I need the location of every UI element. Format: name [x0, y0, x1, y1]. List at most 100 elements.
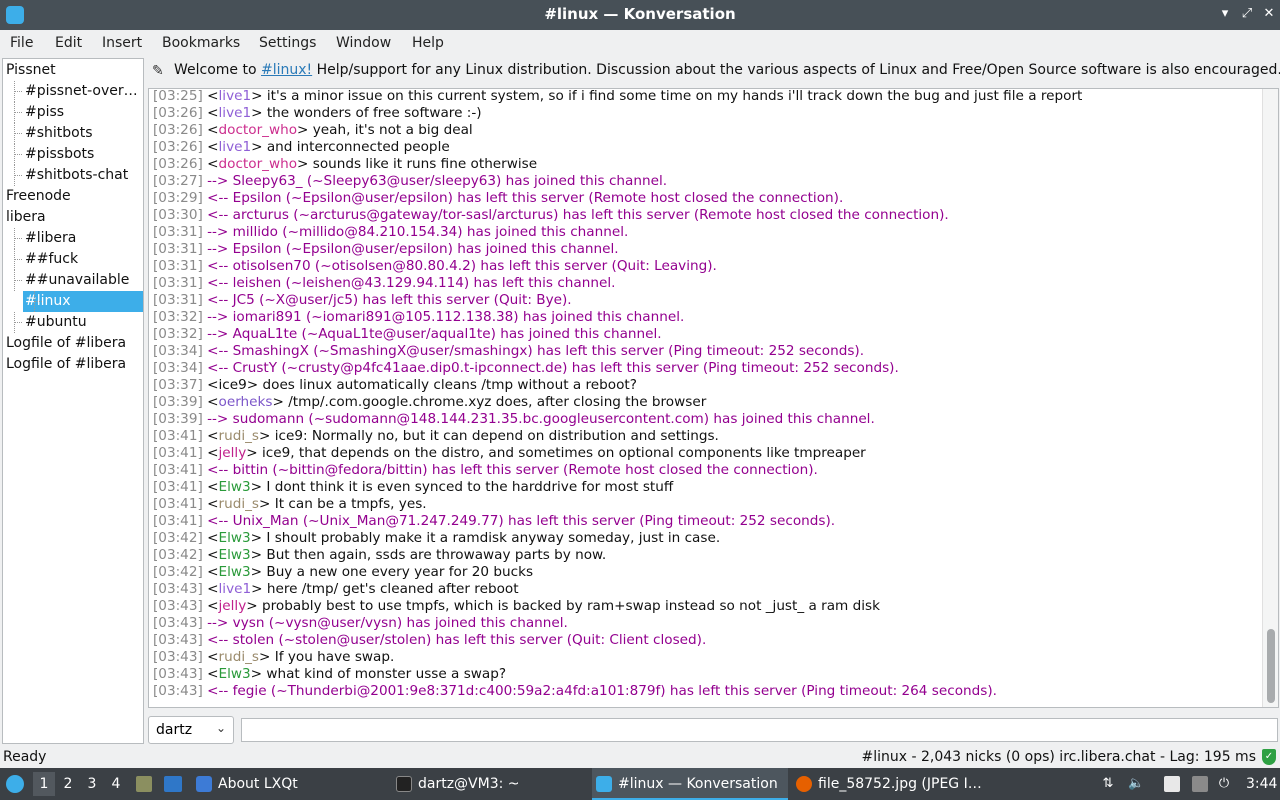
desktop-3[interactable]: 3	[81, 772, 103, 796]
tree-channel-item[interactable]: ##unavailable	[3, 270, 143, 291]
minimize-icon[interactable]: ▾	[1216, 5, 1234, 23]
channel-topic: Welcome to #linux! Help/support for any …	[174, 62, 1280, 78]
tree-channel-item[interactable]: ##fuck	[3, 249, 143, 270]
task-konversation[interactable]: #linux — Konversation	[592, 768, 788, 800]
chat-scrollbar[interactable]	[1262, 89, 1278, 707]
message-input[interactable]	[241, 718, 1278, 742]
nick[interactable]: live1	[219, 105, 252, 121]
message-text: /tmp/.com.google.chrome.xyz does, after …	[283, 394, 707, 410]
nick[interactable]: rudi_s	[219, 649, 260, 665]
task-firefox[interactable]: file_58752.jpg (JPEG I…	[792, 768, 992, 800]
menu-settings[interactable]: Settings	[259, 35, 316, 51]
nick[interactable]: live1	[219, 581, 252, 597]
lxqt-menu-icon[interactable]	[6, 775, 24, 793]
desktop-1[interactable]: 1	[33, 772, 55, 796]
menu-insert[interactable]: Insert	[102, 35, 142, 51]
tree-item-label: ##unavailable	[25, 272, 130, 288]
topic-bar: ✎ Welcome to #linux! Help/support for an…	[148, 58, 1280, 86]
event-text: --> Epsilon (~Epsilon@user/epsilon) has …	[207, 241, 619, 257]
tree-item-label: #shitbots-chat	[25, 167, 129, 183]
tree-channel-item[interactable]: #piss	[3, 102, 143, 123]
menu-help[interactable]: Help	[412, 35, 444, 51]
timestamp: [03:43]	[153, 615, 203, 631]
nick[interactable]: rudi_s	[219, 428, 260, 444]
nickname-selector[interactable]: dartz ⌄	[148, 716, 234, 744]
desktop-2[interactable]: 2	[57, 772, 79, 796]
scrollbar-thumb[interactable]	[1267, 629, 1275, 703]
nick[interactable]: live1	[219, 139, 252, 155]
event-text: --> iomari891 (~iomari891@105.112.138.38…	[207, 309, 685, 325]
nick[interactable]: oerheks	[219, 394, 273, 410]
nick[interactable]: live1	[219, 89, 252, 104]
event-line: [03:30] <-- arcturus (~arcturus@gateway/…	[153, 207, 949, 224]
status-text: Ready	[3, 749, 47, 765]
desktop-4[interactable]: 4	[105, 772, 127, 796]
window-title: #linux — Konversation	[544, 5, 736, 23]
timestamp: [03:26]	[153, 105, 203, 121]
tree-channel-item[interactable]: #shitbots	[3, 123, 143, 144]
message-line: [03:41] <jelly> ice9, that depends on th…	[153, 445, 866, 461]
timestamp: [03:41]	[153, 479, 203, 495]
menu-edit[interactable]: Edit	[55, 35, 82, 51]
clock[interactable]: 3:44	[1246, 768, 1277, 800]
chat-log[interactable]: [03:25] <live1> it's a minor issue on th…	[148, 88, 1279, 708]
nick[interactable]: jelly	[219, 598, 247, 614]
timestamp: [03:31]	[153, 258, 203, 274]
nick[interactable]: Elw3	[219, 564, 251, 580]
tree-server-item[interactable]: Logfile of #libera	[3, 354, 143, 375]
tree-item-label: #shitbots	[25, 125, 93, 141]
nick[interactable]: Elw3	[219, 479, 251, 495]
event-text: <-- stolen (~stolen@user/stolen) has lef…	[207, 632, 707, 648]
maximize-icon[interactable]: ⤢	[1238, 5, 1256, 23]
menu-window[interactable]: Window	[336, 35, 391, 51]
nick[interactable]: ice9	[219, 377, 247, 393]
tree-channel-item[interactable]: #pissbots	[3, 144, 143, 165]
timestamp: [03:41]	[153, 513, 203, 529]
volume-icon[interactable]: 🔈	[1128, 776, 1144, 792]
message-line: [03:41] <Elw3> I dont think it is even s…	[153, 479, 674, 495]
nick[interactable]: Elw3	[219, 666, 251, 682]
tree-server-item[interactable]: libera	[3, 207, 143, 228]
nick[interactable]: Elw3	[219, 547, 251, 563]
event-text: --> millido (~millido@84.210.154.34) has…	[207, 224, 629, 240]
menu-file[interactable]: File	[10, 35, 33, 51]
task-about-lxqt[interactable]: About LXQt	[192, 768, 392, 800]
title-bar: #linux — Konversation ▾ ⤢ ✕	[0, 0, 1280, 30]
nick[interactable]: jelly	[219, 445, 247, 461]
tree-server-item[interactable]: Freenode	[3, 186, 143, 207]
tree-channel-item[interactable]: #pissnet-over…	[3, 81, 143, 102]
nick[interactable]: doctor_who	[219, 156, 298, 172]
clipboard-icon[interactable]	[1164, 776, 1180, 792]
message-text: But then again, ssds are throwaway parts…	[262, 547, 607, 563]
menu-bookmarks[interactable]: Bookmarks	[162, 35, 240, 51]
timestamp: [03:26]	[153, 156, 203, 172]
tree-channel-item[interactable]: #libera	[3, 228, 143, 249]
tree-channel-item[interactable]: #linux	[23, 291, 143, 312]
message-text: what kind of monster usse a swap?	[262, 666, 507, 682]
show-desktop-icon[interactable]	[164, 776, 182, 792]
power-icon[interactable]: ⏻	[1216, 776, 1232, 792]
message-line: [03:43] <rudi_s> If you have swap.	[153, 649, 395, 665]
timestamp: [03:31]	[153, 224, 203, 240]
display-icon[interactable]	[1192, 776, 1208, 792]
nick[interactable]: doctor_who	[219, 122, 298, 138]
message-text: and interconnected people	[262, 139, 450, 155]
nick[interactable]: rudi_s	[219, 496, 260, 512]
tree-server-item[interactable]: Pissnet	[3, 60, 143, 81]
message-line: [03:25] <live1> it's a minor issue on th…	[153, 88, 1083, 104]
tree-server-item[interactable]: Logfile of #libera	[3, 333, 143, 354]
network-icon[interactable]: ⇅	[1100, 776, 1116, 792]
edit-topic-icon[interactable]: ✎	[152, 63, 164, 79]
event-text: <-- Epsilon (~Epsilon@user/epsilon) has …	[207, 190, 844, 206]
file-manager-icon[interactable]	[136, 776, 152, 792]
nick[interactable]: Elw3	[219, 530, 251, 546]
close-icon[interactable]: ✕	[1260, 5, 1278, 23]
timestamp: [03:26]	[153, 139, 203, 155]
tree-item-label: Logfile of #libera	[6, 356, 127, 372]
topic-channel-link[interactable]: #linux!	[261, 62, 312, 78]
timestamp: [03:34]	[153, 360, 203, 376]
task-terminal[interactable]: dartz@VM3: ~	[392, 768, 592, 800]
tree-channel-item[interactable]: #shitbots-chat	[3, 165, 143, 186]
event-line: [03:32] --> AquaL1te (~AquaL1te@user/aqu…	[153, 326, 662, 343]
tree-channel-item[interactable]: #ubuntu	[3, 312, 143, 333]
